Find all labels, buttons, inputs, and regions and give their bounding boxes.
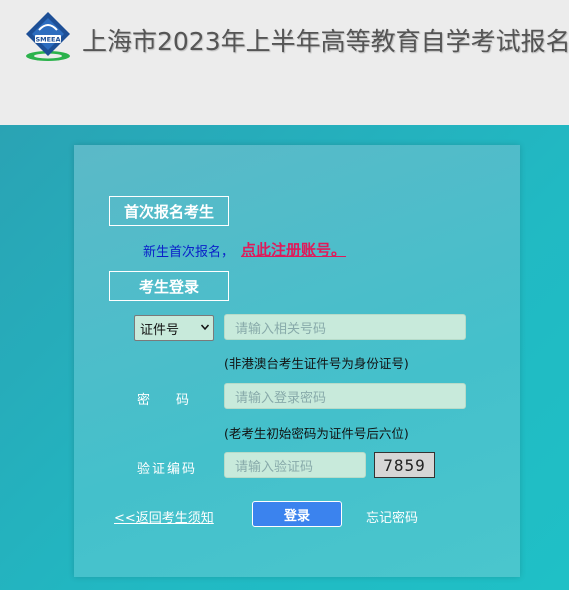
id-type-selected: 证件号	[140, 322, 180, 338]
chevron-down-icon	[201, 324, 209, 331]
logo-text: SMEEA	[35, 36, 60, 44]
site-title: 上海市2023年上半年高等教育自学考试报名	[82, 27, 569, 56]
smeea-logo-icon: SMEEA	[26, 12, 70, 61]
captcha-input[interactable]: 请输入验证码	[224, 452, 366, 478]
id-hint: (非港澳台考生证件号为身份证号)	[224, 356, 409, 371]
first-registration-section-label: 首次报名考生	[109, 196, 229, 226]
new-student-text: 新生首次报名，	[143, 245, 235, 260]
register-account-link[interactable]: 点此注册账号。	[241, 239, 346, 260]
password-input[interactable]: 请输入登录密码	[224, 383, 466, 409]
id-type-select[interactable]: 证件号	[134, 315, 214, 341]
password-label: 密 码	[137, 393, 190, 408]
forgot-password-link[interactable]: 忘记密码	[366, 507, 418, 526]
captcha-label: 验证编码	[137, 462, 198, 477]
login-section-label: 考生登录	[109, 271, 229, 301]
login-button[interactable]: 登录	[252, 501, 342, 527]
password-hint: (老考生初始密码为证件号后六位)	[224, 426, 409, 441]
back-to-notice-link[interactable]: <<返回考生须知	[114, 507, 214, 526]
id-number-input[interactable]: 请输入相关号码	[224, 314, 466, 340]
header: SMEEA 上海市2023年上半年高等教育自学考试报名	[0, 0, 569, 125]
captcha-image[interactable]: 7859	[374, 452, 435, 478]
